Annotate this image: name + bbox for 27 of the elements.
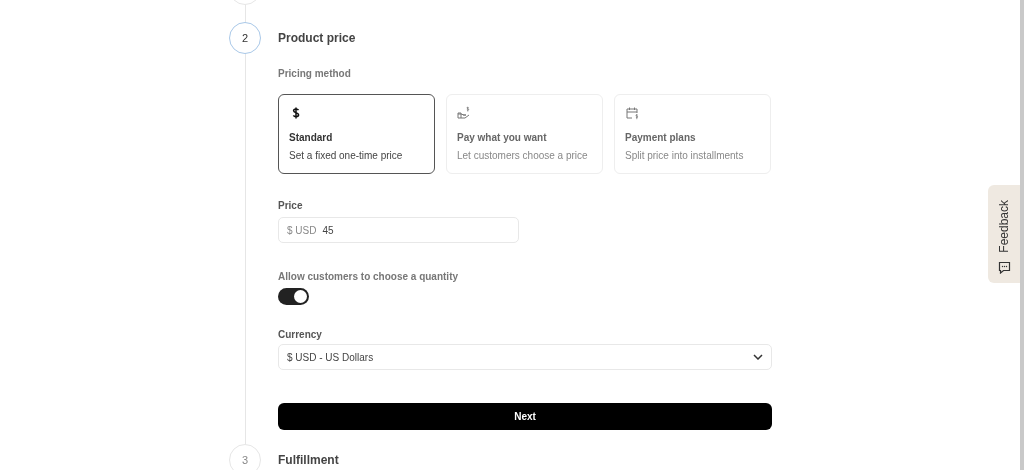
chevron-down-icon [753, 354, 763, 360]
next-button[interactable]: Next [278, 403, 772, 430]
field-label: Allow customers to choose a quantity [278, 271, 460, 282]
option-title: Payment plans [625, 132, 696, 143]
step-number: 2 [229, 22, 261, 54]
step-number: 3 [229, 444, 261, 470]
option-description: Let customers choose a price [457, 150, 588, 161]
field-label: Price [278, 200, 304, 211]
field-label: Pricing method [278, 68, 352, 79]
feedback-tab[interactable]: Feedback [988, 185, 1020, 283]
pricing-option-card[interactable]: Payment plans Split price into installments [614, 94, 771, 174]
field-label: Currency [278, 329, 323, 340]
currency-dropdown[interactable]: $ USD - US Dollars [278, 344, 772, 370]
option-title: Standard [289, 132, 333, 143]
price-field[interactable]: $ USD 45 [278, 217, 519, 243]
calendar-dollar-icon [625, 106, 639, 120]
step-title: Product price [278, 31, 357, 45]
option-description: Set a fixed one-time price [289, 150, 403, 161]
scrollbar[interactable] [1020, 0, 1024, 470]
quantity-toggle[interactable] [278, 288, 309, 305]
pricing-option-card[interactable]: Pay what you want Let customers choose a price [446, 94, 603, 174]
option-description: Split price into installments [625, 150, 744, 161]
hand-coin-icon [457, 106, 471, 120]
option-title: Pay what you want [457, 132, 547, 143]
step-title: Fulfillment [278, 453, 340, 467]
pricing-option-card[interactable]: Standard Set a fixed one-time price [278, 94, 435, 174]
comment-icon [997, 261, 1011, 274]
